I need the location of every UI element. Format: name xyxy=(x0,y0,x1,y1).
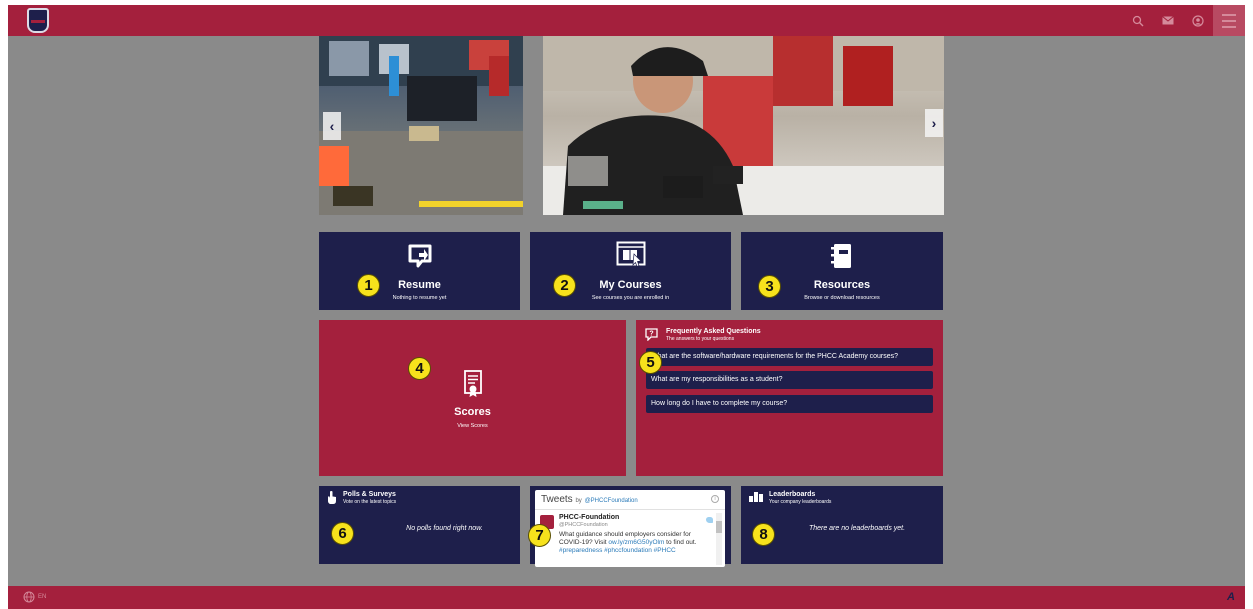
twitter-bird-icon xyxy=(706,517,713,523)
resume-subtitle: Nothing to resume yet xyxy=(392,295,447,301)
annotation-badge: 3 xyxy=(758,275,781,298)
tweets-handle-link[interactable]: @PHCCFoundation xyxy=(585,498,638,504)
tweets-title: Tweets xyxy=(541,494,573,505)
annotation-badge: 7 xyxy=(528,524,551,547)
faq-question[interactable]: What are the software/hardware requireme… xyxy=(646,348,933,366)
hand-pointer-icon xyxy=(328,491,336,504)
scores-title: Scores xyxy=(454,406,491,418)
tweet-text: What guidance should employers consider … xyxy=(559,531,709,554)
footer-bar: EN A xyxy=(8,586,1245,609)
annotation-badge: 2 xyxy=(553,274,576,297)
app-frame: ‹ › Resume Nothing to resume yet 1 My Co… xyxy=(8,5,1245,609)
tweets-header: Tweets by @PHCCFoundation xyxy=(541,494,638,505)
polls-title: Polls & Surveys xyxy=(343,491,396,498)
leaderboard-icon xyxy=(749,492,763,502)
resume-tile[interactable]: Resume Nothing to resume yet 1 xyxy=(319,232,520,310)
top-bar xyxy=(8,5,1245,36)
tweets-scrollbar[interactable] xyxy=(716,513,722,565)
annotation-badge: 6 xyxy=(331,522,354,545)
tweet-link[interactable]: ow.ly/zm6G50yOlm xyxy=(608,539,664,546)
tweet-hashtags[interactable]: #preparedness #phccfoundation #PHCC xyxy=(559,547,676,554)
faq-subtitle: The answers to your questions xyxy=(666,336,735,342)
tweet-author-name[interactable]: PHCC-Foundation xyxy=(559,514,619,521)
leaderboards-header: Leaderboards Your company leaderboards xyxy=(749,491,831,505)
tweets-tile: Tweets by @PHCCFoundation i PHCC-Foundat… xyxy=(528,486,731,567)
carousel-photo-trade-show xyxy=(319,36,523,215)
faq-title: Frequently Asked Questions xyxy=(666,328,761,335)
my-courses-tile[interactable]: My Courses See courses you are enrolled … xyxy=(530,232,731,310)
leaderboards-subtitle: Your company leaderboards xyxy=(769,499,832,505)
tweet-text-part: to find out. xyxy=(664,538,697,546)
user-account-icon[interactable] xyxy=(1183,5,1213,36)
resume-title: Resume xyxy=(398,279,441,291)
top-icons xyxy=(1123,5,1245,36)
faq-header: ? Frequently Asked Questions The answers… xyxy=(645,328,761,342)
courses-icon xyxy=(616,241,645,267)
annotation-badge: 1 xyxy=(357,274,380,297)
info-icon[interactable]: i xyxy=(711,495,719,503)
faq-icon: ? xyxy=(645,328,658,341)
language-label: EN xyxy=(38,594,47,600)
messages-icon[interactable] xyxy=(1153,5,1183,36)
phcc-academy-logo[interactable] xyxy=(27,8,49,33)
leaderboards-title: Leaderboards xyxy=(769,491,816,498)
annotation-badge: 4 xyxy=(408,357,431,380)
tweets-by-label: by xyxy=(575,498,582,504)
scores-tile[interactable]: Scores View Scores 4 xyxy=(319,320,626,476)
notebook-icon xyxy=(831,244,851,268)
language-selector[interactable]: EN xyxy=(23,591,46,603)
faq-question[interactable]: How long do I have to complete my course… xyxy=(646,395,933,413)
globe-icon xyxy=(23,591,35,603)
polls-header: Polls & Surveys Vote on the latest topic… xyxy=(327,491,396,505)
tweets-divider xyxy=(535,509,725,510)
resume-icon xyxy=(408,244,431,268)
hero-carousel: ‹ › xyxy=(319,36,944,215)
polls-subtitle: Vote on the latest topics xyxy=(343,499,397,505)
annotation-badge: 5 xyxy=(639,351,662,374)
tweet-author-handle[interactable]: @PHCCFoundation xyxy=(559,522,608,528)
scores-subtitle: View Scores xyxy=(457,423,488,429)
faq-question[interactable]: What are my responsibilities as a studen… xyxy=(646,371,933,389)
polls-surveys-tile[interactable]: Polls & Surveys Vote on the latest topic… xyxy=(319,486,520,564)
carousel-next-button[interactable]: › xyxy=(925,109,943,137)
search-icon[interactable] xyxy=(1123,5,1153,36)
resources-tile[interactable]: Resources Browse or download resources 3 xyxy=(741,232,943,310)
platform-logo-icon[interactable]: A xyxy=(1227,591,1235,603)
leaderboards-tile[interactable]: Leaderboards Your company leaderboards T… xyxy=(741,486,943,564)
faq-tile: ? Frequently Asked Questions The answers… xyxy=(636,320,943,476)
svg-text:?: ? xyxy=(649,331,653,338)
certificate-icon xyxy=(463,370,482,397)
annotation-badge: 8 xyxy=(752,523,775,546)
carousel-photo-student-working xyxy=(543,36,944,215)
menu-icon[interactable] xyxy=(1213,5,1245,36)
carousel-prev-button[interactable]: ‹ xyxy=(323,112,341,140)
twitter-timeline-widget[interactable]: Tweets by @PHCCFoundation i PHCC-Foundat… xyxy=(535,490,725,567)
